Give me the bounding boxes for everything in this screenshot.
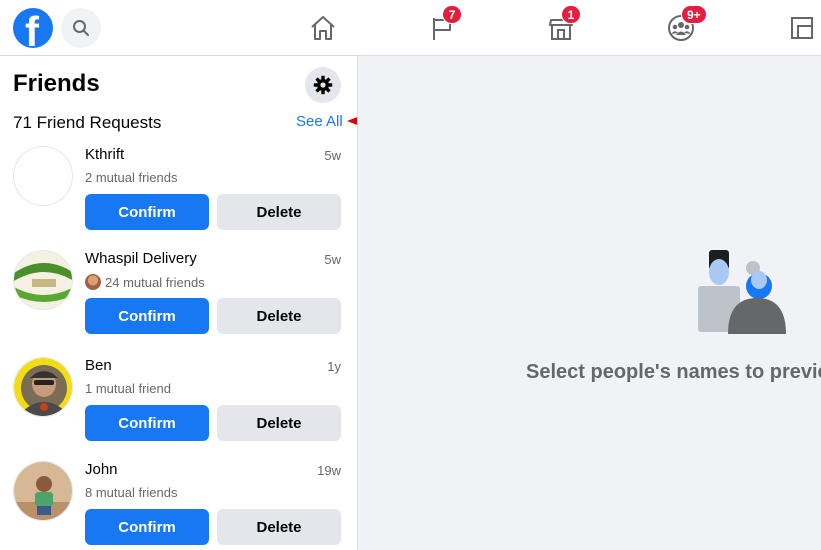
delete-button[interactable]: Delete [217, 405, 341, 441]
people-illustration-icon [698, 250, 786, 334]
avatar[interactable] [13, 250, 73, 310]
avatar[interactable] [13, 146, 73, 206]
pages-badge: 7 [442, 5, 462, 24]
request-name[interactable]: Ben [85, 357, 112, 374]
mutual-friends[interactable]: 24 mutual friends [85, 274, 205, 290]
delete-button[interactable]: Delete [217, 298, 341, 334]
mutual-friends-text: 2 mutual friends [85, 170, 178, 185]
groups-badge: 9+ [681, 5, 707, 24]
mutual-friend-avatar [85, 274, 101, 290]
request-name[interactable]: Whaspil Delivery [85, 250, 197, 267]
nav-marketplace-button[interactable]: 1 [543, 5, 581, 46]
nav-home-button[interactable] [305, 10, 341, 46]
request-time: 1y [327, 359, 341, 374]
nav-pages-button[interactable]: 7 [424, 5, 462, 46]
confirm-button[interactable]: Confirm [85, 405, 209, 441]
top-navigation-bar: f 7 1 9+ [0, 0, 821, 56]
mutual-friends-text: 24 mutual friends [105, 274, 205, 290]
sidebar-title: Friends [13, 70, 100, 97]
gaming-icon [791, 17, 813, 39]
avatar[interactable] [13, 357, 73, 417]
gear-icon [313, 75, 333, 95]
confirm-button[interactable]: Confirm [85, 298, 209, 334]
request-time: 5w [324, 252, 341, 267]
search-icon [73, 20, 89, 36]
home-icon [311, 16, 335, 40]
friend-request-item: Kthrift 5w 2 mutual friends Confirm Dele… [0, 146, 357, 250]
nav-groups-button[interactable]: 9+ [663, 5, 707, 46]
nav-gaming-button[interactable] [784, 10, 820, 46]
confirm-button[interactable]: Confirm [85, 509, 209, 545]
profile-preview-area: Select people's names to preview their p… [358, 56, 821, 550]
restaurant-logo-icon [14, 251, 72, 309]
facebook-logo[interactable]: f [13, 8, 53, 48]
annotation-arrow-icon [347, 117, 357, 125]
friend-requests-count: 71 Friend Requests [13, 113, 162, 132]
friend-request-item: John 19w 8 mutual friends Confirm Delete [0, 461, 357, 550]
preview-placeholder-text: Select people's names to preview their p… [526, 361, 821, 383]
delete-button[interactable]: Delete [217, 194, 341, 230]
mutual-friends-text: 1 mutual friend [85, 381, 171, 396]
settings-button[interactable] [305, 67, 341, 103]
confirm-button[interactable]: Confirm [85, 194, 209, 230]
logo-letter: f [25, 8, 39, 49]
see-all-link[interactable]: See All [296, 113, 343, 130]
delete-button[interactable]: Delete [217, 509, 341, 545]
person-photo-icon [14, 358, 72, 416]
request-name[interactable]: John [85, 461, 118, 478]
marketplace-badge: 1 [561, 5, 581, 24]
mutual-friends-text: 8 mutual friends [85, 485, 178, 500]
avatar[interactable] [13, 461, 73, 521]
mutual-friends[interactable]: 8 mutual friends [85, 485, 178, 500]
search-button[interactable] [61, 8, 101, 48]
request-time: 19w [317, 463, 341, 478]
friends-sidebar: Friends 71 Friend Requests See All Kthri… [0, 56, 358, 550]
friend-request-item: Whaspil Delivery 5w 24 mutual friends Co… [0, 250, 357, 354]
request-time: 5w [324, 148, 341, 163]
child-photo-icon [14, 462, 72, 520]
request-name[interactable]: Kthrift [85, 146, 124, 163]
mutual-friends[interactable]: 1 mutual friend [85, 381, 171, 396]
mutual-friends[interactable]: 2 mutual friends [85, 170, 178, 185]
friend-request-item: Ben 1y 1 mutual friend Confirm Delete [0, 357, 357, 461]
